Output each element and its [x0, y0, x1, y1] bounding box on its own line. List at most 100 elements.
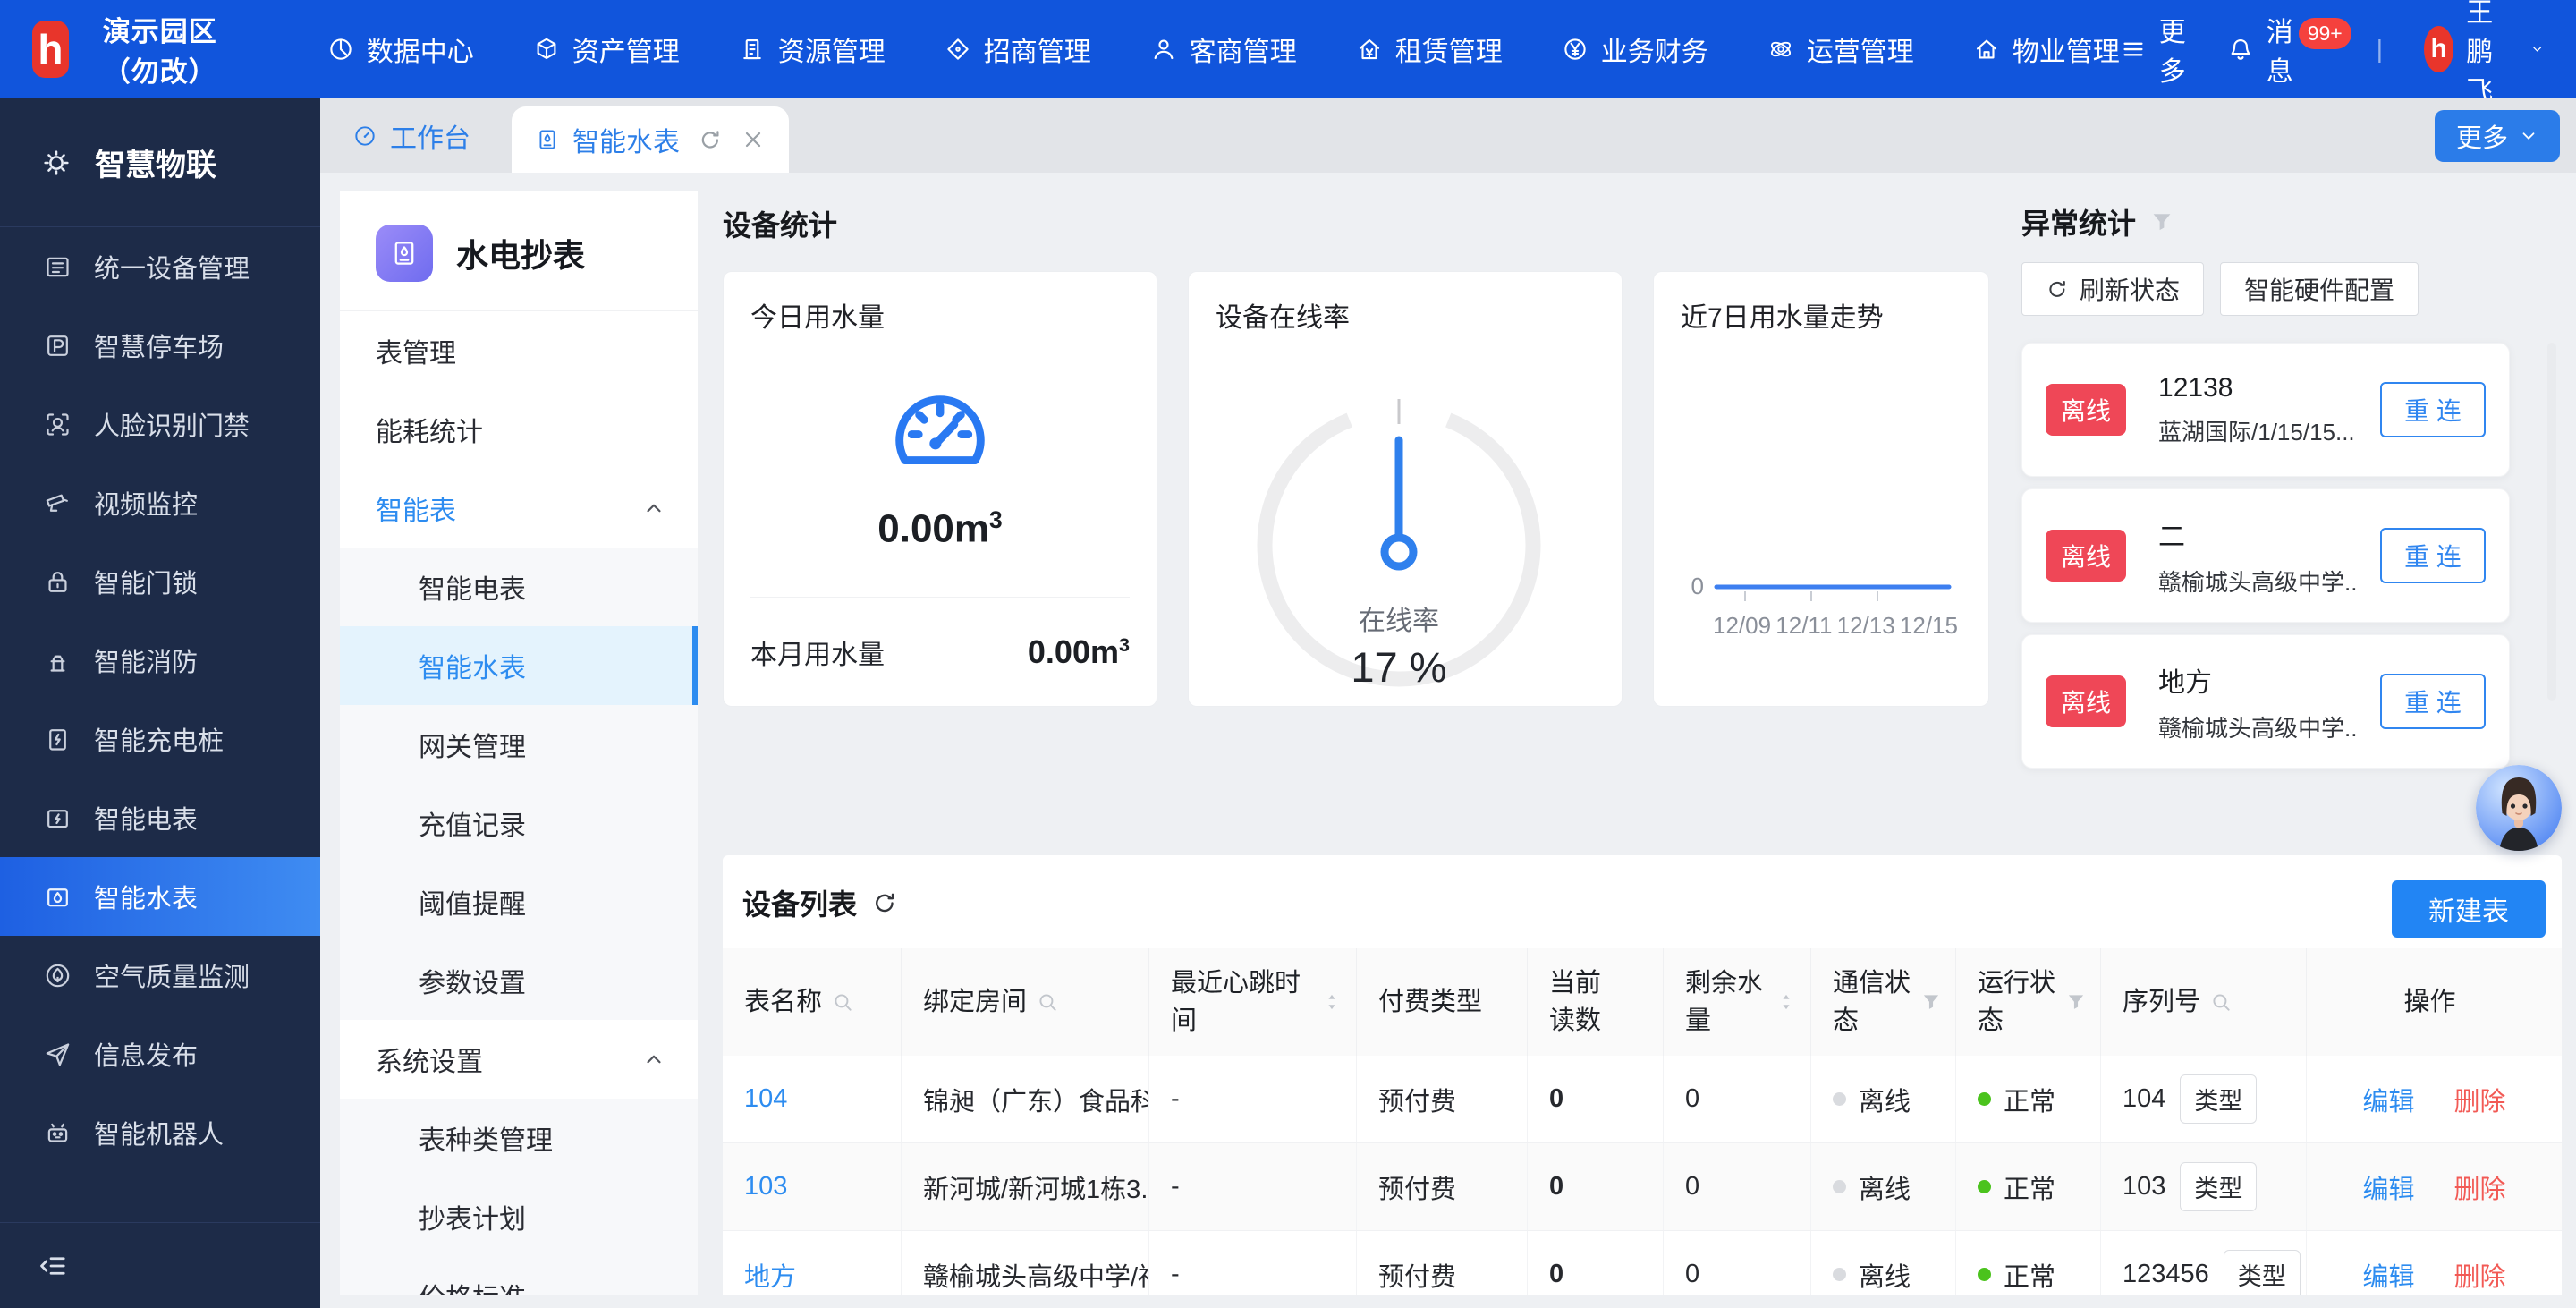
submenu-item[interactable]: 充值记录	[340, 784, 698, 862]
app-logo[interactable]: h	[32, 21, 69, 78]
reading-cell: 0	[1528, 1143, 1664, 1230]
submenu-item[interactable]: 表管理	[340, 311, 698, 390]
sidebar-item[interactable]: 智能电表	[0, 778, 320, 857]
sidebar-item[interactable]: 智能门锁	[0, 542, 320, 621]
reconnect-button[interactable]: 重 连	[2380, 528, 2486, 583]
top-nav-item[interactable]: 业务财务	[1562, 30, 1708, 69]
sidebar-item[interactable]: 视频监控	[0, 463, 320, 542]
top-nav-item[interactable]: 租赁管理	[1356, 30, 1503, 69]
table-header-row: 表名称 绑定房间	[723, 948, 2562, 1056]
submenu-item[interactable]: 参数设置	[340, 941, 698, 1020]
svg-text:在线率: 在线率	[1359, 607, 1439, 636]
tab-workbench[interactable]: 工作台	[320, 98, 503, 173]
assistant-avatar[interactable]	[2476, 765, 2562, 851]
top-nav-item[interactable]: 资产管理	[533, 30, 680, 69]
submenu-item[interactable]: 能耗统计	[340, 390, 698, 469]
top-nav-item[interactable]: 资源管理	[739, 30, 886, 69]
tabbar-more-button[interactable]: 更多	[2435, 110, 2560, 162]
x-tick-label: 12/11	[1775, 612, 1832, 640]
comm-status: 离线	[1833, 1256, 1911, 1294]
column-tool-icon[interactable]	[2064, 990, 2088, 1014]
more-menu[interactable]: 更多	[2120, 10, 2186, 89]
edit-link[interactable]: 编辑	[2362, 1256, 2414, 1294]
edit-link[interactable]: 编辑	[2362, 1168, 2414, 1206]
user-menu[interactable]: h 王鹏飞	[2424, 0, 2544, 108]
top-nav-item-icon	[327, 36, 354, 63]
column-tool-icon[interactable]	[1320, 990, 1343, 1014]
sidebar-item[interactable]: 智能水表	[0, 857, 320, 936]
top-nav-item-icon	[1150, 36, 1177, 63]
sidebar-item-icon	[43, 488, 72, 518]
droplet-bolt-icon	[389, 238, 419, 268]
sidebar-item[interactable]: 空气质量监测	[0, 936, 320, 1015]
delete-link[interactable]: 删除	[2454, 1081, 2506, 1118]
top-nav-item-icon	[1562, 36, 1589, 63]
submenu-item[interactable]: 网关管理	[340, 705, 698, 784]
submenu-item[interactable]: 智能表	[340, 469, 698, 548]
sidebar-item[interactable]: 人脸识别门禁	[0, 385, 320, 463]
meter-name-link[interactable]: 103	[744, 1172, 787, 1202]
sidebar-item[interactable]: 智能充电桩	[0, 700, 320, 778]
type-tag[interactable]: 类型	[2224, 1250, 2301, 1295]
filter-funnel-icon[interactable]	[2148, 208, 2175, 235]
new-meter-button[interactable]: 新建表	[2392, 880, 2546, 938]
column-header: 表名称	[723, 948, 902, 1056]
top-nav-item[interactable]: 客商管理	[1150, 30, 1297, 69]
edit-link[interactable]: 编辑	[2362, 1081, 2414, 1118]
column-tool-icon[interactable]	[1919, 990, 1943, 1014]
type-tag[interactable]: 类型	[2180, 1162, 2257, 1211]
top-nav-item-label: 物业管理	[2012, 30, 2120, 69]
normal-dot	[1978, 1180, 1991, 1193]
submenu-item-label: 能耗统计	[376, 410, 483, 449]
device-name: 二	[2158, 514, 2357, 554]
sidebar-item[interactable]: 智能机器人	[0, 1093, 320, 1172]
column-tool-icon[interactable]	[2209, 990, 2233, 1014]
submenu-item-label: 智能水表	[419, 646, 526, 685]
sidebar-item[interactable]: 智能消防	[0, 621, 320, 700]
column-tool-icon[interactable]	[831, 990, 854, 1014]
top-nav-item[interactable]: 招商管理	[945, 30, 1091, 69]
top-nav-item-label: 资源管理	[778, 30, 886, 69]
hardware-config-button[interactable]: 智能硬件配置	[2220, 262, 2419, 316]
anomaly-scrollbar[interactable]	[2547, 343, 2556, 701]
page-body: 设备统计 今日用水量 0.00m3	[723, 191, 2562, 1295]
sidebar-item[interactable]: 统一设备管理	[0, 227, 320, 306]
refresh-status-button[interactable]: 刷新状态	[2021, 262, 2204, 316]
submenu-item[interactable]: 价格标准	[340, 1256, 698, 1295]
tab-close-icon[interactable]	[741, 127, 766, 152]
collapse-sidebar-icon[interactable]	[38, 1250, 70, 1282]
submenu-item[interactable]: 智能水表	[340, 626, 698, 705]
column-tool-icon[interactable]	[1775, 990, 1798, 1014]
trend-x-ticks: 12/0912/1112/1312/15	[1681, 610, 1962, 640]
tab-smart-water-meter[interactable]: 智能水表	[512, 106, 789, 173]
comm-status: 离线	[1833, 1081, 1911, 1118]
submenu-item[interactable]: 阈值提醒	[340, 862, 698, 941]
submenu-item[interactable]: 表种类管理	[340, 1099, 698, 1177]
top-nav-item[interactable]: 数据中心	[327, 30, 474, 69]
top-nav-item-label: 业务财务	[1601, 30, 1708, 69]
delete-link[interactable]: 删除	[2454, 1256, 2506, 1294]
top-nav-item[interactable]: 物业管理	[1973, 30, 2120, 69]
sidebar-item[interactable]: 信息发布	[0, 1015, 320, 1093]
column-header: 最近心跳时间	[1149, 948, 1357, 1056]
tab-refresh-icon[interactable]	[698, 127, 723, 152]
hamburger-icon	[2120, 36, 2147, 63]
submenu-item[interactable]: 智能电表	[340, 548, 698, 626]
reconnect-button[interactable]: 重 连	[2380, 382, 2486, 437]
submenu-item[interactable]: 系统设置	[340, 1020, 698, 1099]
column-tool-icon[interactable]	[1036, 990, 1059, 1014]
submenu-item[interactable]: 抄表计划	[340, 1177, 698, 1256]
delete-link[interactable]: 删除	[2454, 1168, 2506, 1206]
top-nav-item[interactable]: 运营管理	[1767, 30, 1914, 69]
type-tag[interactable]: 类型	[2180, 1074, 2257, 1124]
device-location: 赣榆城头高级中学...	[2158, 565, 2357, 598]
sidebar-item[interactable]: 智慧停车场	[0, 306, 320, 385]
sidebar-item-label: 空气质量监测	[94, 956, 250, 994]
refresh-list-icon[interactable]	[871, 889, 898, 916]
meter-name-link[interactable]: 104	[744, 1084, 787, 1114]
reconnect-button[interactable]: 重 连	[2380, 674, 2486, 729]
meter-name-link[interactable]: 地方	[744, 1256, 796, 1294]
anomaly-card: 离线 12138 蓝湖国际/1/15/15... 重 连	[2021, 343, 2510, 477]
messages-button[interactable]: 消息 99+	[2227, 10, 2359, 89]
chevron-down-icon	[2530, 38, 2544, 60]
